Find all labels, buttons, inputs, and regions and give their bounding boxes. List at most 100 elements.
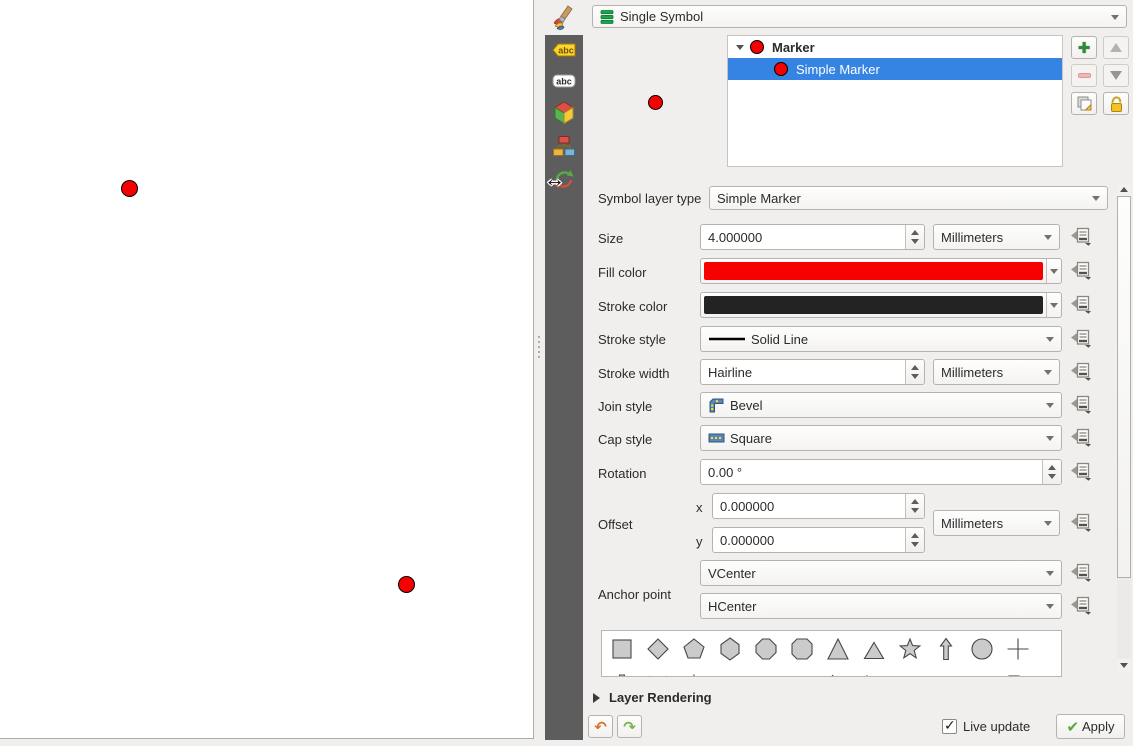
tab-diagrams[interactable] [552,134,577,159]
join-style-data-defined-override-button[interactable] [1071,395,1093,415]
spin-buttons[interactable] [1042,460,1061,484]
tab-3d-view[interactable] [552,101,577,126]
stroke-color-data-defined-override-button[interactable] [1071,295,1093,315]
shape-option-quarter-circle[interactable] [784,670,820,677]
shape-option-chevron[interactable] [820,670,856,677]
shape-option-pentagon[interactable] [676,634,712,668]
spin-buttons[interactable] [905,225,924,249]
data-defined-override-icon [1071,329,1092,348]
size-data-defined-override-button[interactable] [1071,227,1093,247]
scrollbar-up-arrow[interactable] [1117,183,1131,196]
shape-option-cross-fill[interactable] [604,670,640,677]
spin-buttons[interactable] [905,360,924,384]
tab-mask[interactable]: abc [552,74,577,99]
cap-style-data-defined-override-button[interactable] [1071,428,1093,448]
shape-option-third-circle[interactable] [964,670,1000,677]
apply-button[interactable]: ✔ Apply [1056,714,1125,739]
shape-option-square[interactable] [604,634,640,668]
size-spinbox[interactable]: 4.000000 [700,224,925,250]
anchor-horizontal-combobox[interactable]: HCenter [700,593,1062,619]
tree-item-marker[interactable]: Marker [728,36,1062,58]
live-update-checkbox[interactable] [942,719,957,734]
anchor-vertical-combobox[interactable]: VCenter [700,560,1062,586]
lock-color-button[interactable] [1103,92,1129,115]
redo-button[interactable]: ↷ [617,715,642,738]
add-symbol-layer-button[interactable]: ✚ [1071,36,1097,59]
tab-symbology[interactable] [551,3,581,33]
rotation-spinbox[interactable]: 0.00 ° [700,459,1062,485]
stroke-style-data-defined-override-button[interactable] [1071,329,1093,349]
shape-option-quarter-circle[interactable] [928,670,964,677]
move-up-button[interactable] [1103,36,1129,59]
shape-option-hexagon[interactable] [712,634,748,668]
layer-styling-tab-bar: abc abc [545,35,583,740]
stroke-width-label: Stroke width [598,366,670,381]
shape-option-cross[interactable] [1000,634,1036,668]
splitter-grip-dots [538,336,540,358]
shape-option-square-with-corners[interactable] [784,634,820,668]
layer-rendering-label: Layer Rendering [609,690,712,705]
renderer-type-combobox[interactable]: Single Symbol [592,5,1127,28]
anchor-vertical-data-defined-override-button[interactable] [1071,563,1093,583]
shape-option-star[interactable] [892,634,928,668]
expander-icon[interactable] [736,45,744,50]
duplicate-symbol-layer-button[interactable] [1071,92,1097,115]
fill-color-dropdown[interactable] [1046,259,1061,283]
panel-scrollbar[interactable] [1117,183,1131,672]
data-defined-override-icon [1071,563,1092,582]
stroke-style-value: Solid Line [751,332,808,347]
shape-option-cross2[interactable] [640,670,676,677]
symbol-layers-tree[interactable]: Marker Simple Marker [727,35,1063,167]
undo-button[interactable]: ↶ [588,715,613,738]
cap-style-combobox[interactable]: Square [700,425,1062,451]
join-style-combobox[interactable]: Bevel [700,392,1062,418]
shape-option-triangle[interactable] [820,634,856,668]
shape-option-line[interactable] [676,670,712,677]
offset-x-label: x [696,500,703,515]
map-canvas[interactable] [0,0,534,739]
rotation-data-defined-override-button[interactable] [1071,462,1093,482]
shape-option-equilateral-triangle[interactable] [856,634,892,668]
tab-labels[interactable]: abc [552,43,577,68]
offset-x-spinbox[interactable]: 0.000000 [712,493,925,519]
offset-unit-combobox[interactable]: Millimeters [933,510,1060,536]
size-unit-combobox[interactable]: Millimeters [933,224,1060,250]
fill-color-data-defined-override-button[interactable] [1071,261,1093,281]
layer-rendering-group[interactable]: Layer Rendering [593,690,712,705]
remove-symbol-layer-button[interactable] [1071,64,1097,87]
tree-item-simple-marker[interactable]: Simple Marker [728,58,1062,80]
shape-option-semi-circle[interactable] [892,670,928,677]
apply-label: Apply [1082,719,1115,734]
symbol-layer-type-combobox[interactable]: Simple Marker [709,186,1108,210]
shape-option-semi-circle[interactable] [712,670,748,677]
cap-style-label: Cap style [598,432,652,447]
stroke-width-unit-combobox[interactable]: Millimeters [933,359,1060,385]
minus-icon [1078,73,1091,78]
scrollbar-down-arrow[interactable] [1117,659,1131,672]
shape-option-octagon[interactable] [748,634,784,668]
shape-option-circle[interactable] [964,634,1000,668]
panel-splitter-handle[interactable] [534,0,545,746]
stroke-width-spinbox[interactable]: Hairline [700,359,925,385]
live-update-option[interactable]: Live update [942,719,1030,734]
square-cap-icon [708,432,725,444]
marker-shape-list[interactable] [601,630,1062,677]
scrollbar-thumb[interactable] [1117,196,1131,578]
shape-option-arrow-up[interactable] [928,634,964,668]
stroke-width-data-defined-override-button[interactable] [1071,362,1093,382]
shape-option-third-circle[interactable] [748,670,784,677]
tree-item-label: Simple Marker [796,62,880,77]
offset-data-defined-override-button[interactable] [1071,513,1093,533]
shape-option-filled-arrowhead[interactable] [856,670,892,677]
stroke-color-dropdown[interactable] [1046,293,1061,317]
offset-y-spinbox[interactable]: 0.000000 [712,527,925,553]
shape-option-diamond[interactable] [640,634,676,668]
anchor-horizontal-data-defined-override-button[interactable] [1071,596,1093,616]
move-down-button[interactable] [1103,64,1129,87]
fill-color-button[interactable] [700,258,1062,284]
stroke-color-button[interactable] [700,292,1062,318]
stroke-style-combobox[interactable]: Solid Line [700,326,1062,352]
spin-buttons[interactable] [905,528,924,552]
shape-option-quarter-square[interactable] [1000,670,1036,677]
spin-buttons[interactable] [905,494,924,518]
